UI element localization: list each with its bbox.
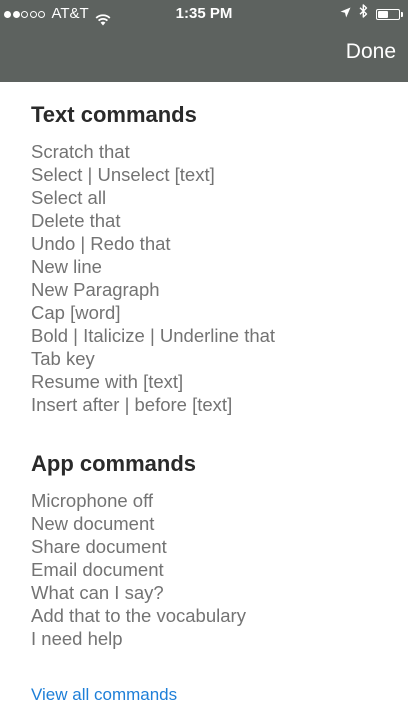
text-command-item: Insert after | before [text]	[31, 394, 233, 415]
app-command-item: What can I say?	[31, 582, 164, 603]
text-commands-heading: Text commands	[31, 102, 197, 127]
text-command-item: New line	[31, 256, 102, 277]
app-command-item: I need help	[31, 628, 123, 649]
view-all-commands-link[interactable]: View all commands	[31, 685, 401, 705]
text-command-item: Resume with [text]	[31, 371, 184, 392]
commands-content: Text commands Scratch that Select | Unse…	[31, 100, 401, 705]
text-command-item: Select all	[31, 187, 107, 208]
text-command-item: Tab key	[31, 348, 95, 369]
text-command-item: Scratch that	[31, 141, 130, 162]
text-commands-list: Scratch that Select | Unselect [text] Se…	[31, 140, 401, 416]
text-command-item: Delete that	[31, 210, 121, 231]
app-command-item: Microphone off	[31, 490, 154, 511]
app-command-item: New document	[31, 513, 155, 534]
bluetooth-icon	[359, 0, 368, 28]
done-button[interactable]: Done	[346, 40, 396, 64]
battery-cap	[401, 11, 403, 17]
text-command-item: New Paragraph	[31, 279, 160, 300]
status-bar: AT&T 1:35 PM	[0, 0, 408, 28]
battery-level-fill	[378, 10, 389, 18]
app-command-item: Share document	[31, 536, 167, 557]
text-command-item: Select | Unselect [text]	[31, 164, 215, 185]
app-commands-list: Microphone off New document Share docume…	[31, 489, 401, 650]
text-command-item: Cap [word]	[31, 302, 121, 323]
text-command-item: Undo | Redo that	[31, 233, 171, 254]
app-command-item: Email document	[31, 559, 164, 580]
text-command-item: Bold | Italicize | Underline that	[31, 325, 276, 346]
top-bar: AT&T 1:35 PM Done	[0, 0, 408, 82]
status-right	[340, 0, 403, 28]
location-arrow-icon	[340, 0, 351, 28]
battery-icon	[376, 8, 403, 20]
app-command-item: Add that to the vocabulary	[31, 605, 246, 626]
app-commands-heading: App commands	[31, 451, 197, 476]
